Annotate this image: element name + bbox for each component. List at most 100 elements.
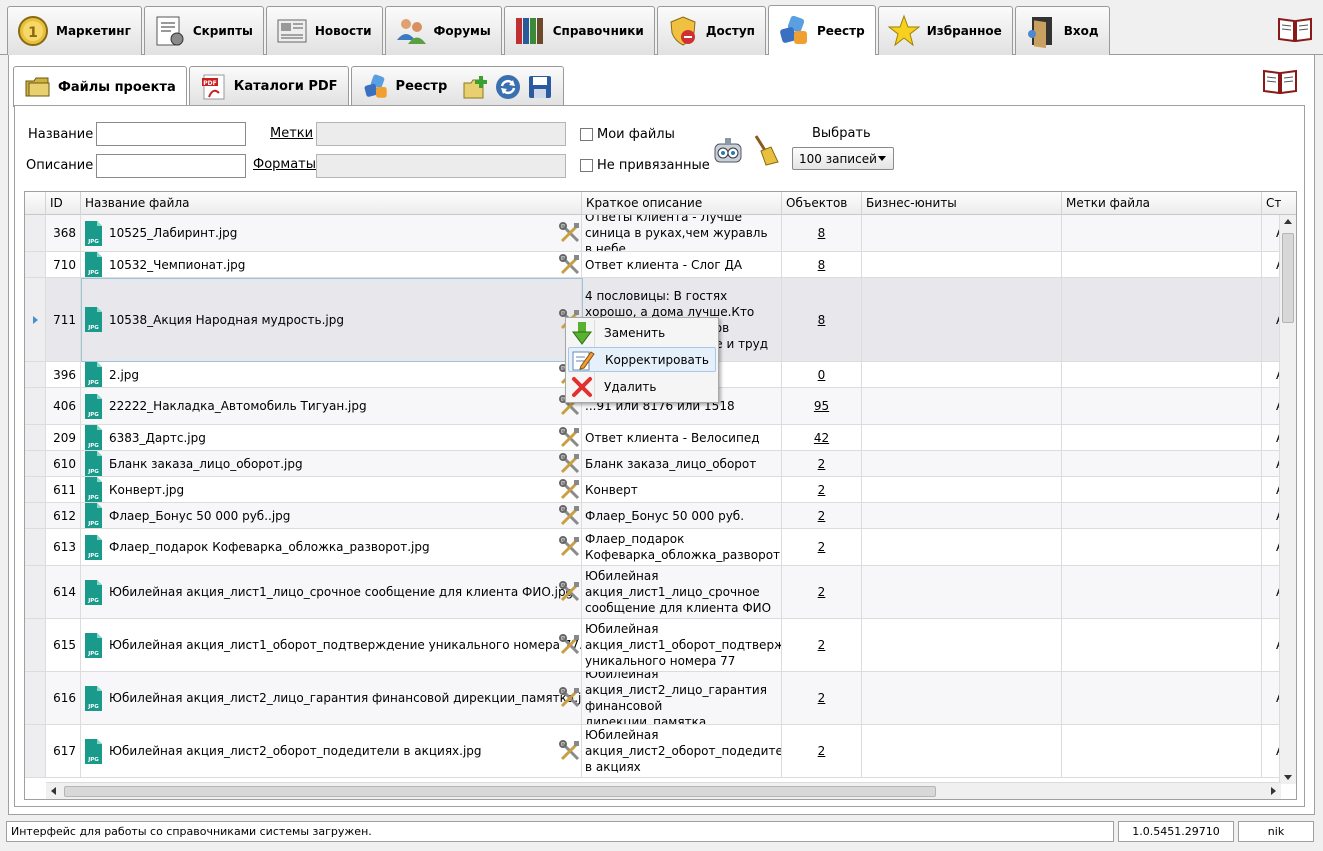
cell-file-name[interactable]: JPG Флаер_Бонус 50 000 руб..jpg (81, 503, 582, 528)
tools-icon[interactable] (559, 536, 581, 558)
tools-icon[interactable] (559, 581, 581, 603)
tab-registry[interactable]: Реестр (767, 5, 876, 56)
table-row[interactable]: 610 JPG Бланк заказа_лицо_оборот.jpg Бланк … (25, 451, 1296, 477)
tab-project-files[interactable]: Файлы проекта (13, 66, 187, 107)
table-row[interactable]: 614 JPG Юбилейная акция_лист1_лицо_срочное… (25, 566, 1296, 619)
vertical-scroll-thumb[interactable] (1282, 233, 1294, 323)
scroll-up-icon[interactable] (1284, 219, 1292, 224)
tab-marketing[interactable]: 1 Маркетинг (7, 6, 142, 55)
tools-icon[interactable] (559, 452, 581, 475)
tab-login[interactable]: Вход (1014, 6, 1110, 55)
menu-item-edit[interactable]: Корректировать (568, 347, 716, 372)
row-selector[interactable] (25, 503, 46, 528)
scroll-left-icon[interactable] (51, 787, 56, 795)
name-filter-input[interactable] (96, 122, 246, 146)
row-selector[interactable] (25, 215, 46, 251)
cell-objects-link[interactable]: 8 (782, 252, 862, 277)
cell-file-name[interactable]: JPG Юбилейная акция_лист1_оборот_подтверж… (81, 619, 582, 671)
row-selector[interactable] (25, 672, 46, 724)
cell-objects-link[interactable]: 8 (782, 278, 862, 361)
cell-objects-link[interactable]: 42 (782, 425, 862, 450)
tab-pdf-catalogs[interactable]: PDF Каталоги PDF (188, 66, 349, 106)
cell-file-name[interactable]: JPG 10532_Чемпионат.jpg (81, 252, 582, 277)
cell-objects-link[interactable]: 2 (782, 503, 862, 528)
cell-file-name[interactable]: JPG Бланк заказа_лицо_оборот.jpg (81, 451, 582, 476)
search-robot-icon[interactable] (711, 134, 745, 168)
table-row[interactable]: 617 JPG Юбилейная акция_лист2_оборот_подед… (25, 725, 1296, 778)
cell-objects-link[interactable]: 2 (782, 477, 862, 502)
tab-favorites[interactable]: Избранное (877, 6, 1013, 55)
formats-filter-link[interactable]: Форматы (253, 157, 316, 172)
cell-objects-link[interactable]: 2 (782, 725, 862, 777)
cell-file-name[interactable]: JPG Юбилейная акция_лист2_оборот_подедите… (81, 725, 582, 777)
header-short-description[interactable]: Краткое описание (582, 192, 782, 215)
header-file-name[interactable]: Название файла (81, 192, 582, 215)
menu-item-replace[interactable]: Заменить (568, 320, 716, 345)
row-selector[interactable] (25, 477, 46, 502)
header-status[interactable]: Ст (1262, 192, 1296, 215)
horizontal-scroll-thumb[interactable] (64, 786, 936, 797)
cell-file-name[interactable]: JPG Флаер_подарок Кофеварка_обложка_разво… (81, 529, 582, 565)
refresh-icon[interactable] (495, 74, 521, 100)
tab-references[interactable]: Справочники (503, 6, 655, 55)
description-filter-input[interactable] (96, 154, 246, 178)
add-folder-icon[interactable] (463, 74, 489, 100)
header-business-units[interactable]: Бизнес-юниты (862, 192, 1062, 215)
tools-icon[interactable] (559, 222, 581, 244)
cell-file-name[interactable]: JPG 10525_Лабиринт.jpg (81, 215, 582, 251)
header-file-tags[interactable]: Метки файла (1062, 192, 1262, 215)
tools-icon[interactable] (559, 504, 581, 527)
tab-access[interactable]: Доступ (656, 6, 766, 55)
cell-file-name[interactable]: JPG 2.jpg (81, 362, 582, 387)
table-row[interactable]: 615 JPG Юбилейная акция_лист1_оборот_подтв… (25, 619, 1296, 672)
cell-objects-link[interactable]: 0 (782, 362, 862, 387)
cell-objects-link[interactable]: 8 (782, 215, 862, 251)
header-id[interactable]: ID (46, 192, 81, 215)
row-selector[interactable] (25, 388, 46, 424)
tab-sub-registry[interactable]: Реестр (350, 66, 565, 106)
tools-icon[interactable] (559, 634, 581, 656)
row-selector[interactable] (25, 278, 46, 361)
table-row[interactable]: 710 JPG 10532_Чемпионат.jpg Ответ клиента -… (25, 252, 1296, 278)
cell-objects-link[interactable]: 95 (782, 388, 862, 424)
cell-objects-link[interactable]: 2 (782, 672, 862, 724)
cell-file-name[interactable]: JPG Юбилейная акция_лист1_лицо_срочное со… (81, 566, 582, 618)
cell-objects-link[interactable]: 2 (782, 566, 862, 618)
help-book-icon[interactable] (1278, 16, 1312, 42)
tools-icon[interactable] (559, 478, 581, 501)
row-selector[interactable] (25, 362, 46, 387)
row-selector[interactable] (25, 725, 46, 777)
table-row[interactable]: 368 JPG 10525_Лабиринт.jpg Ответы клиента -… (25, 215, 1296, 252)
cell-file-name[interactable]: JPG 10538_Акция Народная мудрость.jpg (81, 278, 582, 361)
my-files-checkbox[interactable] (580, 128, 593, 141)
table-row[interactable]: 209 JPG 6383_Дартс.jpg Ответ клиента - Вело… (25, 425, 1296, 451)
tools-icon[interactable] (559, 740, 581, 762)
cell-objects-link[interactable]: 2 (782, 619, 862, 671)
records-count-select[interactable]: 100 записей (792, 147, 894, 170)
clear-broom-icon[interactable] (750, 134, 780, 166)
tab-scripts[interactable]: Скрипты (143, 6, 264, 55)
row-selector[interactable] (25, 451, 46, 476)
tools-icon[interactable] (559, 426, 581, 449)
cell-file-name[interactable]: JPG 22222_Накладка_Автомобиль Тигуан.jpg (81, 388, 582, 424)
save-icon[interactable] (527, 74, 553, 100)
row-selector[interactable] (25, 529, 46, 565)
cell-file-name[interactable]: JPG 6383_Дартс.jpg (81, 425, 582, 450)
row-selector[interactable] (25, 566, 46, 618)
row-selector[interactable] (25, 619, 46, 671)
tools-icon[interactable] (559, 687, 581, 709)
tab-forums[interactable]: Форумы (384, 6, 502, 55)
cell-objects-link[interactable]: 2 (782, 529, 862, 565)
scroll-down-icon[interactable] (1284, 775, 1292, 780)
scroll-right-icon[interactable] (1271, 787, 1276, 795)
cell-objects-link[interactable]: 2 (782, 451, 862, 476)
help-book-icon-secondary[interactable] (1263, 68, 1297, 94)
cell-file-name[interactable]: JPG Юбилейная акция_лист2_лицо_гарантия ф… (81, 672, 582, 724)
table-row[interactable]: 613 JPG Флаер_подарок Кофеварка_обложка_ра… (25, 529, 1296, 566)
horizontal-scrollbar[interactable] (46, 782, 1281, 799)
table-row[interactable]: 616 JPG Юбилейная акция_лист2_лицо_гаранти… (25, 672, 1296, 725)
row-selector[interactable] (25, 425, 46, 450)
tab-news[interactable]: Новости (265, 6, 383, 55)
table-row[interactable]: 611JPGКонверт.jpgКонверт2А (25, 477, 1296, 503)
tags-filter-link[interactable]: Метки (270, 126, 313, 141)
